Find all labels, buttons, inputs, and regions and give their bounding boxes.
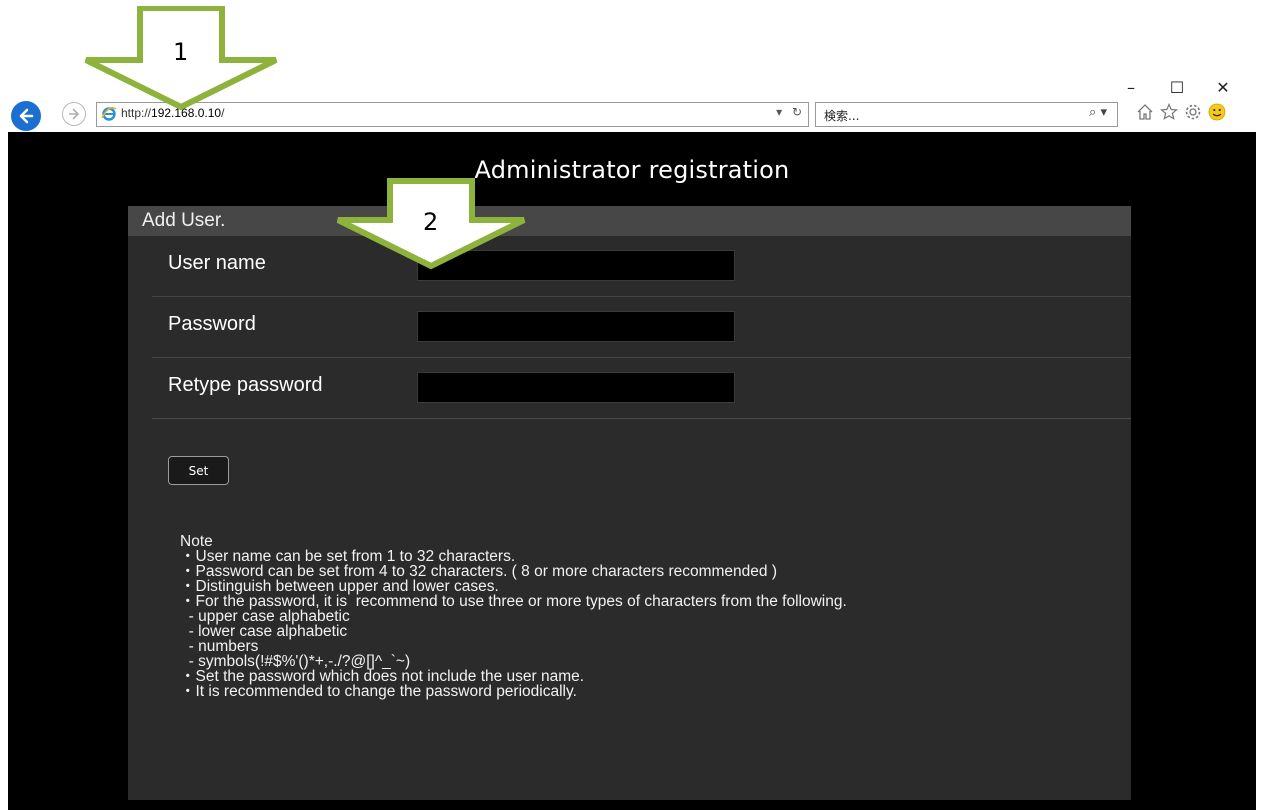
retype-password-label: Retype password <box>168 374 323 396</box>
browser-tool-icons <box>1136 103 1226 121</box>
note-line: ・User name can be set from 1 to 32 chara… <box>180 548 516 565</box>
address-dropdown-icon[interactable]: ▾ <box>776 105 782 119</box>
note-line: - symbols(!#$%'()*+,-./?@[]^_`~) <box>180 653 411 670</box>
note-line: ・Set the password which does not include… <box>180 668 585 685</box>
note-section: Note ・User name can be set from 1 to 32 … <box>180 533 847 700</box>
password-input[interactable] <box>417 311 735 342</box>
note-line: ・Password can be set from 4 to 32 charac… <box>180 563 777 580</box>
note-line: ・For the password, it is recommend to us… <box>180 593 847 610</box>
back-button[interactable] <box>11 101 41 131</box>
panel-title: Add User. <box>128 206 1131 236</box>
user-name-label: User name <box>168 252 266 274</box>
retype-password-row: Retype password <box>152 358 1131 419</box>
window-controls: – ☐ ✕ <box>1108 78 1246 97</box>
settings-icon[interactable] <box>1184 103 1202 121</box>
note-line: - upper case alphabetic <box>180 608 350 625</box>
annotation-label-2: 2 <box>423 208 439 236</box>
close-button[interactable]: ✕ <box>1200 78 1246 97</box>
password-row: Password <box>152 297 1131 358</box>
address-controls: ▾ ↻ <box>776 105 802 119</box>
add-user-panel: Add User. User name Password Retype pass… <box>128 206 1131 800</box>
minimize-button[interactable]: – <box>1108 78 1154 97</box>
retype-password-input[interactable] <box>417 372 735 403</box>
note-line: - lower case alphabetic <box>180 623 348 640</box>
back-arrow-icon <box>19 108 34 124</box>
feedback-smiley-icon[interactable] <box>1208 103 1226 121</box>
note-line: ・It is recommended to change the passwor… <box>180 683 577 700</box>
search-placeholder: 検索... <box>824 109 860 123</box>
note-heading: Note <box>180 533 213 550</box>
annotation-label-1: 1 <box>173 38 189 66</box>
web-page: Administrator registration Add User. Use… <box>8 132 1256 810</box>
search-box[interactable]: 検索... ⌕ ▾ <box>815 102 1118 127</box>
maximize-button[interactable]: ☐ <box>1154 78 1200 97</box>
user-name-row: User name <box>152 236 1131 297</box>
favorites-icon[interactable] <box>1160 103 1178 121</box>
search-dropdown-icon: ▾ <box>1100 105 1107 120</box>
search-glyph: ⌕ <box>1089 105 1097 120</box>
forward-arrow-icon <box>69 108 80 120</box>
page-title: Administrator registration <box>474 156 790 184</box>
password-label: Password <box>168 313 256 335</box>
set-button[interactable]: Set <box>168 456 229 485</box>
search-icon[interactable]: ⌕ ▾ <box>1089 105 1107 120</box>
note-line: ・Distinguish between upper and lower cas… <box>180 578 499 595</box>
refresh-icon[interactable]: ↻ <box>792 105 802 119</box>
note-line: - numbers <box>180 638 259 655</box>
home-icon[interactable] <box>1136 103 1154 121</box>
